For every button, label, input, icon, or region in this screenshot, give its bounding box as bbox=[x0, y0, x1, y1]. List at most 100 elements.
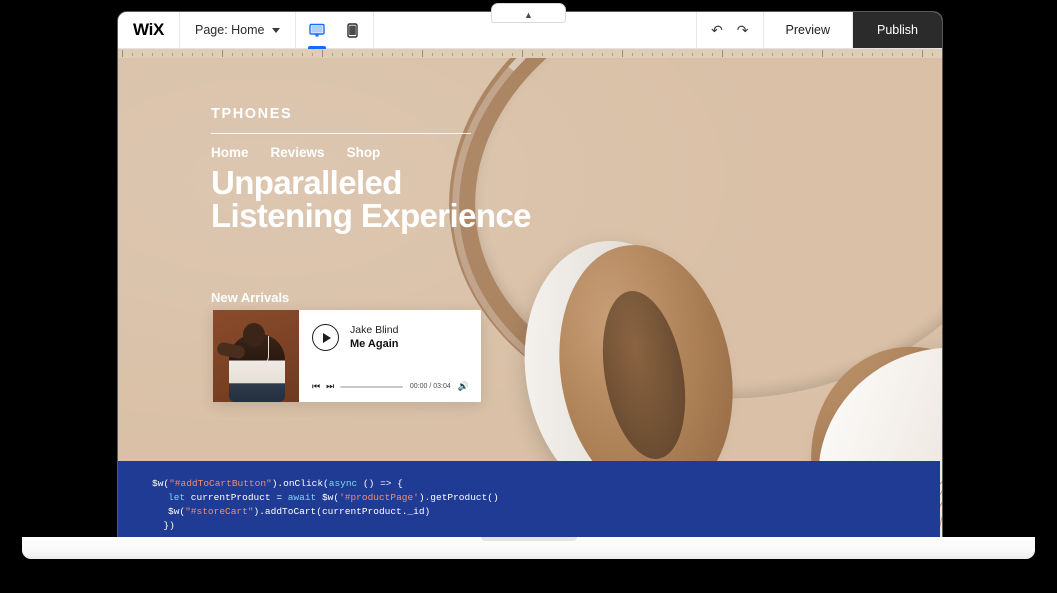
wix-editor-window: WiX Page: Home bbox=[118, 12, 942, 537]
volume-icon[interactable]: 🔊 bbox=[458, 381, 469, 392]
ruler-tick bbox=[322, 50, 323, 57]
ruler-tick bbox=[182, 53, 183, 56]
ruler-tick bbox=[492, 53, 493, 56]
music-player-widget[interactable]: Jake Blind Me Again ⏮ ⏭ 00:00 / 03:04 🔊 bbox=[213, 310, 481, 402]
play-icon bbox=[323, 333, 331, 343]
ruler-tick bbox=[772, 53, 773, 56]
preview-button-label: Preview bbox=[786, 23, 830, 37]
ruler-tick bbox=[192, 53, 193, 56]
code-line[interactable]: }) bbox=[118, 519, 940, 533]
nav-item-reviews[interactable]: Reviews bbox=[271, 145, 325, 160]
code-line[interactable]: let currentProduct = await $w('#productP… bbox=[118, 491, 940, 505]
ruler-tick bbox=[792, 53, 793, 56]
ruler-tick bbox=[652, 53, 653, 56]
collapse-tab[interactable]: ▲ bbox=[491, 3, 566, 23]
ruler-tick bbox=[412, 53, 413, 56]
code-keyword: async bbox=[329, 478, 358, 489]
ruler-tick bbox=[922, 50, 923, 57]
ruler-tick bbox=[242, 53, 243, 56]
undo-icon[interactable]: ↶ bbox=[711, 23, 723, 37]
skip-previous-icon[interactable]: ⏮ bbox=[312, 382, 319, 391]
code-text: $w( bbox=[168, 506, 185, 517]
code-keyword: await bbox=[288, 492, 317, 503]
code-line[interactable]: $w("#storeCart").addToCart(currentProduc… bbox=[118, 505, 940, 519]
ruler-tick bbox=[852, 53, 853, 56]
ruler-tick bbox=[822, 50, 823, 57]
ruler-tick bbox=[362, 53, 363, 56]
ruler-tick bbox=[252, 53, 253, 56]
ruler-tick bbox=[272, 53, 273, 56]
ruler-tick bbox=[212, 53, 213, 56]
code-text: $w( bbox=[316, 492, 339, 503]
ruler-tick bbox=[472, 53, 473, 56]
ruler-tick bbox=[222, 50, 223, 57]
nav-item-home[interactable]: Home bbox=[211, 145, 249, 160]
ruler-tick bbox=[402, 53, 403, 56]
ruler-tick bbox=[732, 53, 733, 56]
hero-title: Unparalleled Listening Experience bbox=[211, 166, 531, 232]
code-text: ).addToCart(currentProduct._id) bbox=[254, 506, 431, 517]
ruler-tick bbox=[712, 53, 713, 56]
play-button[interactable] bbox=[312, 324, 339, 351]
ruler-tick bbox=[562, 53, 563, 56]
ruler-tick bbox=[612, 53, 613, 56]
publish-button[interactable]: Publish bbox=[853, 12, 942, 48]
ruler-tick bbox=[352, 53, 353, 56]
ruler-tick bbox=[172, 53, 173, 56]
code-keyword: let bbox=[168, 492, 185, 503]
track-title: Me Again bbox=[350, 337, 399, 352]
ruler-tick bbox=[692, 53, 693, 56]
hero-title-line1: Unparalleled bbox=[211, 166, 531, 199]
progress-bar[interactable] bbox=[340, 386, 403, 388]
ruler-tick bbox=[592, 53, 593, 56]
ruler-tick bbox=[752, 53, 753, 56]
velo-code-panel[interactable]: $w("#addToCartButton").onClick(async () … bbox=[118, 461, 940, 537]
page-selector[interactable]: Page: Home bbox=[180, 12, 296, 48]
ruler-tick bbox=[762, 53, 763, 56]
ruler-tick bbox=[912, 53, 913, 56]
preview-button[interactable]: Preview bbox=[764, 12, 853, 48]
brand-divider bbox=[211, 133, 471, 134]
desktop-view-button[interactable] bbox=[306, 12, 328, 49]
ruler-tick bbox=[342, 53, 343, 56]
ruler-tick bbox=[642, 53, 643, 56]
ruler-tick bbox=[262, 53, 263, 56]
ruler-tick bbox=[142, 53, 143, 56]
skip-next-icon[interactable]: ⏭ bbox=[326, 382, 333, 391]
wix-logo[interactable]: WiX bbox=[118, 12, 180, 48]
code-text: ).getProduct() bbox=[419, 492, 499, 503]
chevron-down-icon bbox=[272, 28, 280, 33]
mobile-icon bbox=[347, 23, 358, 38]
ruler-tick bbox=[422, 50, 423, 57]
mobile-view-button[interactable] bbox=[341, 12, 363, 49]
ruler-tick bbox=[372, 53, 373, 56]
ruler-tick bbox=[312, 53, 313, 56]
publish-button-label: Publish bbox=[877, 23, 918, 37]
ruler-tick bbox=[202, 53, 203, 56]
ruler-tick bbox=[332, 53, 333, 56]
section-label-new-arrivals: New Arrivals bbox=[211, 290, 289, 305]
ruler-tick bbox=[232, 53, 233, 56]
player-controls: ⏮ ⏭ 00:00 / 03:04 🔊 bbox=[312, 381, 469, 394]
code-text: currentProduct = bbox=[185, 492, 288, 503]
code-string: "#storeCart" bbox=[185, 506, 253, 517]
ruler-tick bbox=[722, 50, 723, 57]
ruler-tick bbox=[442, 53, 443, 56]
laptop-base bbox=[22, 537, 1035, 559]
code-line[interactable]: $w("#addToCartButton").onClick(async () … bbox=[118, 477, 940, 491]
history-controls: ↶ ↷ bbox=[697, 12, 763, 48]
ruler-tick bbox=[452, 53, 453, 56]
track-time: 00:00 / 03:04 bbox=[410, 383, 451, 390]
ruler-tick bbox=[862, 53, 863, 56]
ruler-tick bbox=[842, 53, 843, 56]
track-artist: Jake Blind bbox=[350, 323, 399, 337]
album-art bbox=[213, 310, 299, 402]
ruler-tick bbox=[392, 53, 393, 56]
desktop-icon bbox=[309, 23, 325, 38]
ruler-tick bbox=[632, 53, 633, 56]
ruler-tick bbox=[902, 53, 903, 56]
redo-icon[interactable]: ↷ bbox=[737, 23, 749, 37]
nav-item-shop[interactable]: Shop bbox=[347, 145, 381, 160]
code-string: "#addToCartButton" bbox=[169, 478, 272, 489]
page-selector-label: Page: Home bbox=[195, 23, 264, 37]
